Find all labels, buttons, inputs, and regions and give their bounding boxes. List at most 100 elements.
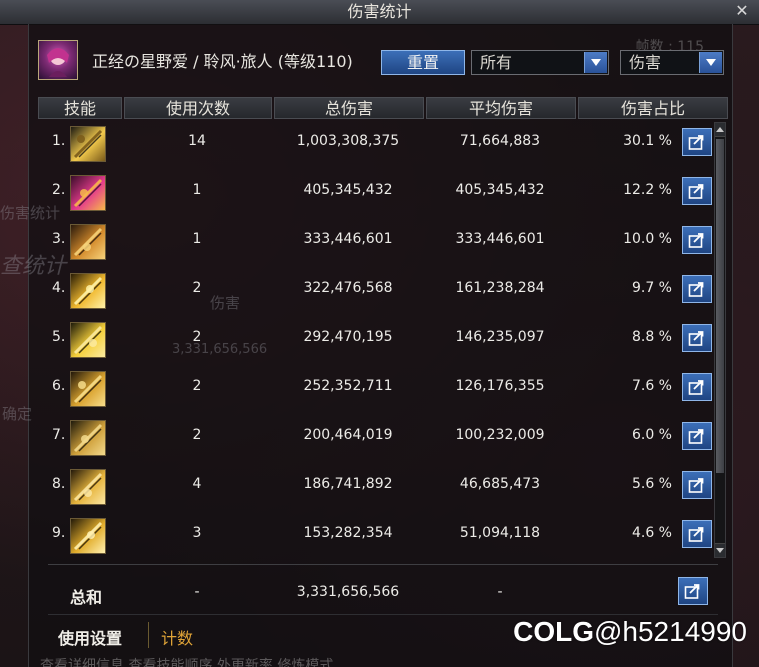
share-icon [688,380,704,395]
table-row: 9. 3 153,282,354 51,094,118 4.6 % [38,512,714,561]
skill-icon [70,469,106,505]
share-button[interactable] [682,177,712,205]
chevron-down-icon [584,52,607,73]
filter-select-value: 所有 [480,53,513,72]
share-button[interactable] [682,471,712,499]
table-scrollbar[interactable] [714,122,726,558]
share-icon [688,527,704,542]
totals-row: 总和 - 3,331,656,566 - [38,570,728,614]
row-total-damage: 405,345,432 [303,182,393,198]
chevron-down-icon [699,52,722,73]
row-average-damage: 161,238,284 [455,280,545,296]
filter-select[interactable]: 所有 [471,50,609,75]
totals-uses: - [194,584,200,600]
row-uses: 1 [192,182,202,198]
table-row: 5. 2 292,470,195 146,235,097 8.8 % [38,316,714,365]
share-icon [688,184,704,199]
row-average-damage: 46,685,473 [459,476,541,492]
row-uses: 14 [188,133,206,149]
row-total-damage: 1,003,308,375 [296,133,400,149]
row-total-damage: 186,741,892 [303,476,393,492]
row-total-damage: 333,446,601 [303,231,393,247]
row-average-damage: 146,235,097 [455,329,545,345]
col-header-uses: 使用次数 [124,97,272,119]
metric-select[interactable]: 伤害 [620,50,724,75]
row-damage-percent: 6.0 % [631,427,672,443]
row-average-damage: 126,176,355 [455,378,545,394]
totals-average: - [497,584,503,600]
row-damage-percent: 10.0 % [623,231,672,247]
skill-icon [70,420,106,456]
row-uses: 1 [192,231,202,247]
row-damage-percent: 30.1 % [623,133,672,149]
row-damage-percent: 4.6 % [631,525,672,541]
share-button[interactable] [678,577,708,605]
skill-icon [70,273,106,309]
col-header-average: 平均伤害 [426,97,576,119]
ghost-button: 确定 [2,405,33,423]
row-average-damage: 51,094,118 [459,525,541,541]
window-title: 伤害统计 [347,2,412,21]
share-icon [688,233,704,248]
tab-count[interactable]: 计数 [161,625,193,649]
table-row: 3. 1 333,446,601 333,446,601 10.0 % [38,218,714,267]
watermark: COLG@h5214990 [513,616,747,648]
table-row: 7. 2 200,464,019 100,232,009 6.0 % [38,414,714,463]
row-damage-percent: 9.7 % [631,280,672,296]
row-uses: 4 [192,476,202,492]
scroll-up-icon[interactable] [715,123,725,137]
reset-button[interactable]: 重置 [381,50,465,75]
share-icon [688,331,704,346]
row-total-damage: 292,470,195 [303,329,393,345]
share-button[interactable] [682,275,712,303]
metric-select-value: 伤害 [629,53,662,72]
row-damage-percent: 8.8 % [631,329,672,345]
game-screen: 伤害统计 ✕ 帧数 : 115 伤害统计 查统计 确定 伤害 3,331,656… [0,0,759,667]
skill-icon [70,518,106,554]
tab-separator [148,622,149,648]
character-avatar [38,40,78,80]
share-button[interactable] [682,373,712,401]
skill-icon [70,126,106,162]
skill-icon [70,371,106,407]
scroll-down-icon[interactable] [715,543,725,557]
col-header-total: 总伤害 [274,97,424,119]
watermark-handle: @h5214990 [593,616,747,647]
table-row: 2. 1 405,345,432 405,345,432 12.2 % [38,169,714,218]
tab-usage-settings[interactable]: 使用设置 [58,625,122,649]
col-header-percent: 伤害占比 [578,97,728,119]
totals-label: 总和 [70,588,103,607]
title-bar: 伤害统计 ✕ [0,0,759,25]
skill-icon [70,322,106,358]
row-average-damage: 100,232,009 [455,427,545,443]
row-damage-percent: 12.2 % [623,182,672,198]
share-button[interactable] [682,128,712,156]
watermark-logo: COLG [513,616,594,647]
row-total-damage: 252,352,711 [303,378,393,394]
row-damage-percent: 7.6 % [631,378,672,394]
row-damage-percent: 5.6 % [631,476,672,492]
row-average-damage: 405,345,432 [455,182,545,198]
row-uses: 2 [192,427,202,443]
character-name: 正经の星野爱 / 聆风·旅人 (等级110) [92,52,353,71]
table-row: 4. 2 322,476,568 161,238,284 9.7 % [38,267,714,316]
share-icon [688,282,704,297]
divider [48,564,718,565]
share-button[interactable] [682,324,712,352]
row-total-damage: 153,282,354 [303,525,393,541]
share-icon [684,584,700,599]
skill-icon [70,175,106,211]
table-row: 1. 14 1,003,308,375 71,664,883 30.1 % [38,120,714,169]
share-icon [688,429,704,444]
share-button[interactable] [682,226,712,254]
table-row: 8. 4 186,741,892 46,685,473 5.6 % [38,463,714,512]
scroll-thumb[interactable] [716,139,724,473]
share-icon [688,135,704,150]
ghost-bottom-text: 查看详细信息 查看技能顺序 外更新率 修炼模式 [40,658,334,667]
close-icon[interactable]: ✕ [733,2,751,20]
share-button[interactable] [682,520,712,548]
col-header-skill: 技能 [38,97,122,119]
row-total-damage: 200,464,019 [303,427,393,443]
row-uses: 2 [192,378,202,394]
share-button[interactable] [682,422,712,450]
